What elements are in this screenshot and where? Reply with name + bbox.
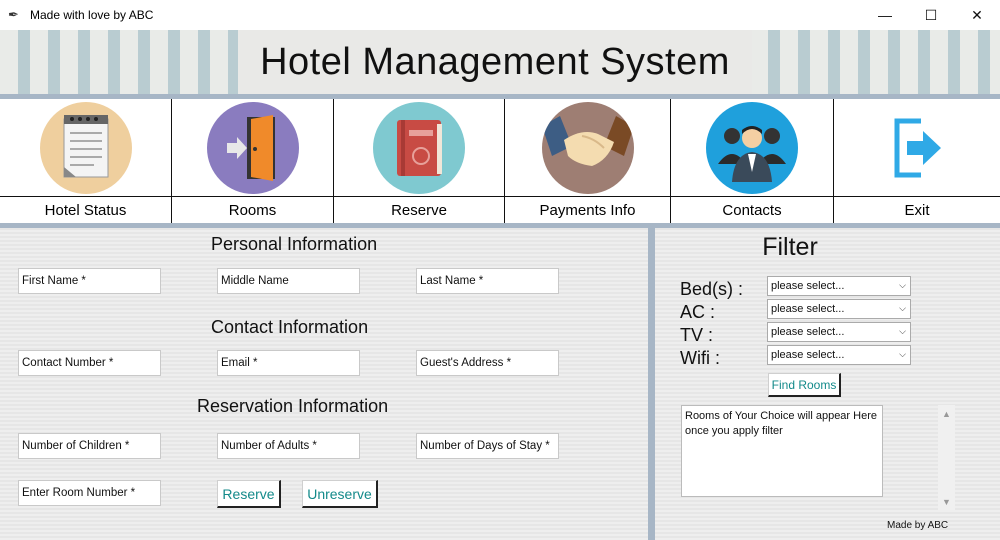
results-line: once you apply filter: [685, 425, 783, 437]
nav-label: Contacts: [722, 201, 782, 219]
find-rooms-button[interactable]: Find Rooms: [768, 373, 841, 397]
middle-name-field[interactable]: Middle Name: [217, 268, 360, 294]
feather-icon: ✒: [8, 7, 19, 22]
first-name-field[interactable]: First Name *: [18, 268, 161, 294]
nav-label: Rooms: [228, 201, 277, 219]
personal-info-heading: Personal Information: [211, 234, 378, 254]
header-banner: Hotel Management System: [0, 30, 1000, 94]
book-icon[interactable]: [373, 101, 465, 194]
minimize-button[interactable]: —: [862, 0, 908, 30]
results-textbox[interactable]: Rooms of Your Choice will appear Here on…: [681, 405, 883, 497]
chevron-down-icon: ⌵: [899, 280, 906, 290]
ac-label: AC :: [680, 302, 716, 322]
contact-info-heading: Contact Information: [211, 317, 369, 337]
children-field[interactable]: Number of Children *: [18, 433, 161, 459]
filter-panel: Filter Bed(s) : AC : TV : Wifi : please …: [655, 228, 1000, 540]
tv-label: TV :: [680, 325, 714, 345]
email-field[interactable]: Email *: [217, 350, 360, 376]
nav-label: Hotel Status: [44, 201, 127, 219]
chevron-down-icon: ⌵: [899, 303, 906, 313]
header-title-area: Hotel Management System: [238, 30, 752, 94]
close-button[interactable]: ✕: [954, 0, 1000, 30]
handshake-icon[interactable]: [541, 101, 634, 194]
results-scrollbar[interactable]: ▲ ▼: [938, 405, 955, 510]
panel-divider: [648, 228, 655, 540]
beds-select[interactable]: please select... ⌵: [767, 276, 911, 296]
chevron-down-icon: ⌵: [899, 349, 906, 359]
room-number-field[interactable]: Enter Room Number *: [18, 480, 161, 506]
minimize-icon: —: [878, 7, 892, 23]
nav-item-reserve[interactable]: Reserve: [334, 99, 505, 223]
chevron-down-icon: ⌵: [899, 326, 906, 336]
filter-title: Filter: [762, 233, 818, 261]
ac-select-value: please select...: [771, 303, 845, 315]
close-icon: ✕: [971, 6, 983, 23]
nav-item-payments-info[interactable]: Payments Info: [505, 99, 671, 223]
door-icon[interactable]: [206, 101, 299, 194]
window-titlebar: ✒ Made with love by ABC — ☐ ✕: [0, 0, 1000, 30]
people-icon[interactable]: [706, 101, 798, 194]
page-title: Hotel Management System: [260, 40, 730, 83]
nav-label: Reserve: [391, 201, 447, 219]
contact-number-field[interactable]: Contact Number *: [18, 350, 161, 376]
notepad-icon[interactable]: [39, 101, 132, 194]
beds-select-value: please select...: [771, 280, 845, 292]
nav-label: Exit: [904, 201, 930, 219]
wifi-select-value: please select...: [771, 349, 845, 361]
beds-label: Bed(s) :: [680, 279, 744, 299]
adults-field[interactable]: Number of Adults *: [217, 433, 360, 459]
nav-item-rooms[interactable]: Rooms: [172, 99, 334, 223]
nav-label: Payments Info: [539, 201, 636, 219]
reserve-button[interactable]: Reserve: [217, 480, 281, 508]
tv-select-value: please select...: [771, 326, 845, 338]
maximize-icon: ☐: [924, 6, 938, 23]
main-nav: Hotel Status Rooms Reserve Payments Info…: [0, 99, 1000, 223]
ac-select[interactable]: please select... ⌵: [767, 299, 911, 319]
footer-credit: Made by ABC: [887, 520, 949, 531]
reservation-info-heading: Reservation Information: [197, 396, 389, 416]
nav-item-hotel-status[interactable]: Hotel Status: [0, 99, 172, 223]
window-title: Made with love by ABC: [30, 8, 154, 22]
results-line: Rooms of Your Choice will appear Here: [685, 410, 877, 422]
unreserve-button[interactable]: Unreserve: [302, 480, 378, 508]
last-name-field[interactable]: Last Name *: [416, 268, 559, 294]
wifi-label: Wifi :: [680, 348, 720, 368]
nav-item-contacts[interactable]: Contacts: [671, 99, 834, 223]
nav-item-exit[interactable]: Exit: [834, 99, 1000, 223]
reservation-form-panel: Personal Information First Name * Middle…: [0, 228, 648, 540]
scroll-down-icon[interactable]: ▼: [938, 493, 955, 510]
wifi-select[interactable]: please select... ⌵: [767, 345, 911, 365]
exit-icon[interactable]: [887, 113, 947, 183]
maximize-button[interactable]: ☐: [908, 0, 954, 30]
scroll-up-icon[interactable]: ▲: [938, 405, 955, 422]
tv-select[interactable]: please select... ⌵: [767, 322, 911, 342]
days-of-stay-field[interactable]: Number of Days of Stay *: [416, 433, 559, 459]
guest-address-field[interactable]: Guest's Address *: [416, 350, 559, 376]
